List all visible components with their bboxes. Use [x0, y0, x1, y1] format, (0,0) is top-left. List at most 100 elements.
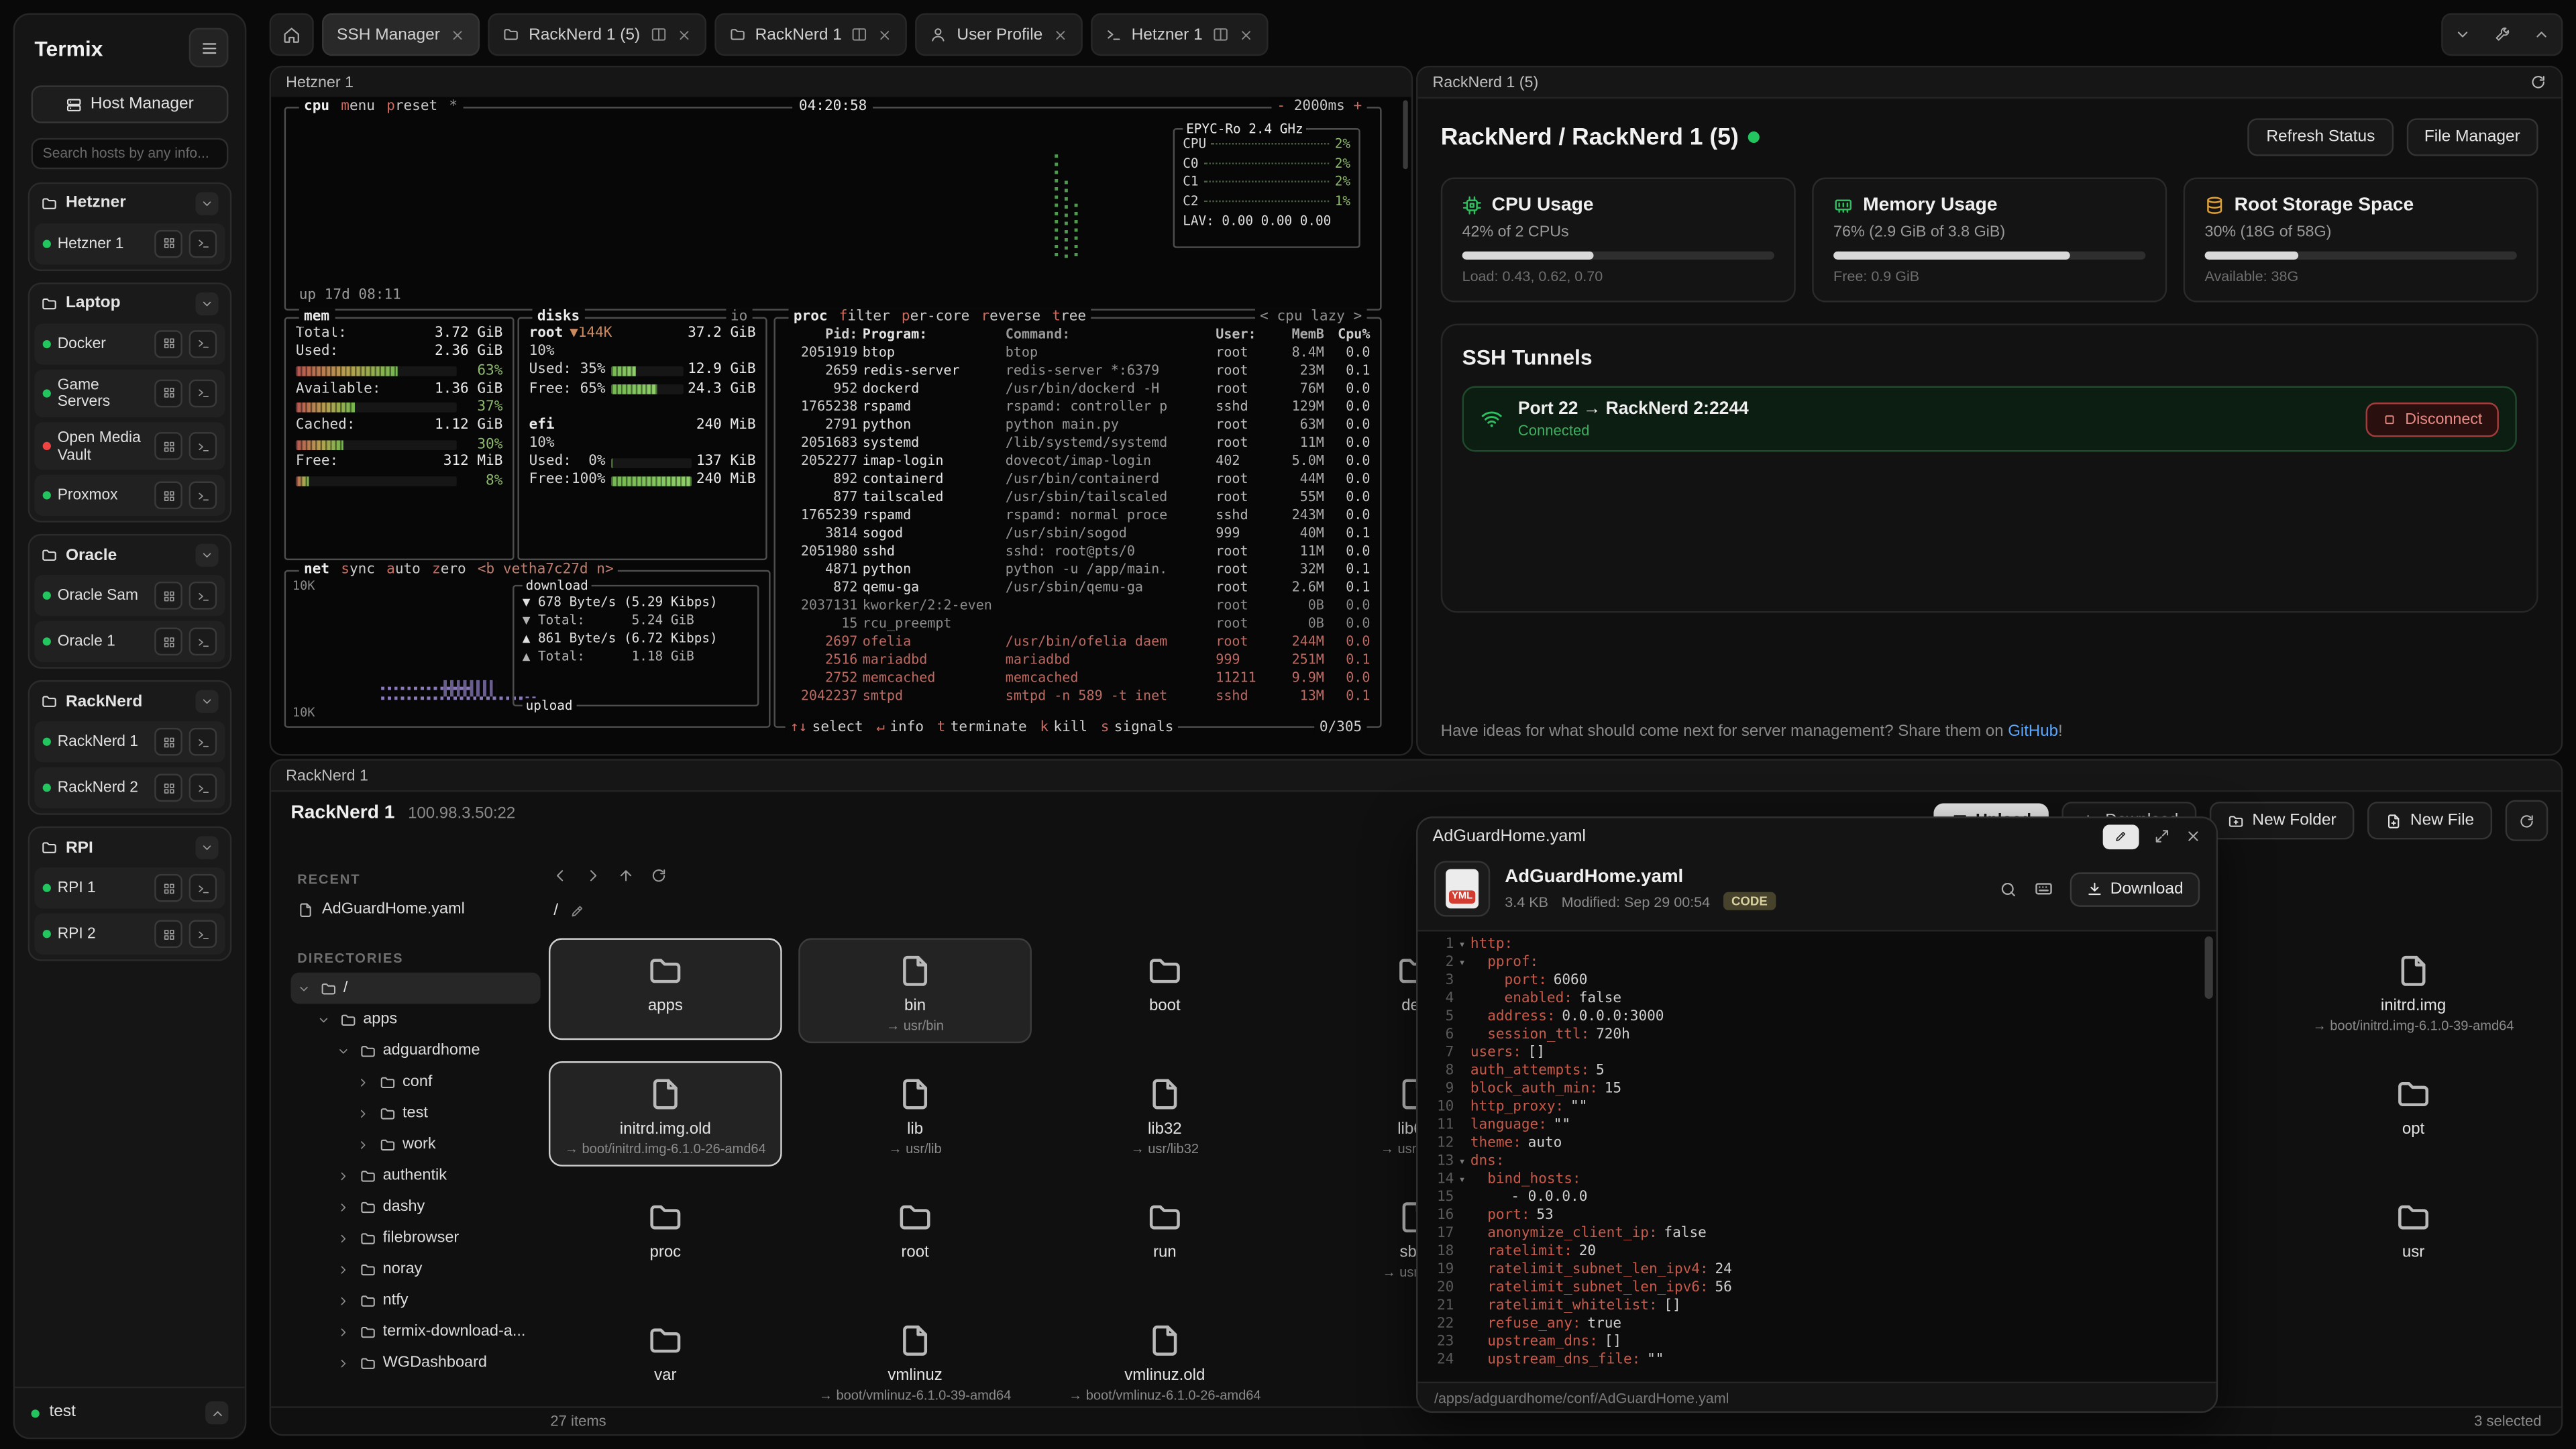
- tree-chevron-icon[interactable]: [356, 1106, 372, 1120]
- tree-chevron-icon[interactable]: [337, 1200, 353, 1214]
- host-row[interactable]: RPI 1: [34, 868, 225, 909]
- host-row[interactable]: Proxmox: [34, 475, 225, 516]
- tab-hetzner-1[interactable]: Hetzner 1: [1090, 13, 1268, 56]
- tree-chevron-icon[interactable]: [297, 981, 313, 995]
- host-file-manager-button[interactable]: [154, 920, 182, 949]
- host-file-manager-button[interactable]: [154, 582, 182, 610]
- host-file-manager-button[interactable]: [154, 229, 182, 258]
- recent-file-item[interactable]: AdGuardHome.yaml: [290, 894, 540, 925]
- host-row[interactable]: Oracle 1: [34, 621, 225, 662]
- file-tile[interactable]: boot: [1048, 938, 1281, 1040]
- host-row[interactable]: Open Media Vault: [34, 422, 225, 470]
- tree-chevron-icon[interactable]: [337, 1356, 353, 1370]
- tunnel-row[interactable]: Port 22 → RackNerd 2:2244 Connected Disc…: [1462, 386, 2517, 452]
- host-row[interactable]: Oracle Sam: [34, 576, 225, 616]
- tree-item[interactable]: ntfy: [290, 1285, 540, 1316]
- edit-toggle-button[interactable]: [2103, 824, 2139, 849]
- file-tile[interactable]: run: [1048, 1185, 1281, 1287]
- tree-item[interactable]: dashy: [290, 1191, 540, 1223]
- host-row[interactable]: Hetzner 1: [34, 223, 225, 264]
- host-terminal-button[interactable]: [189, 482, 217, 510]
- tree-item[interactable]: apps: [290, 1004, 540, 1035]
- tree-item[interactable]: WGDashboard: [290, 1347, 540, 1379]
- tree-chevron-icon[interactable]: [337, 1169, 353, 1182]
- tree-chevron-icon[interactable]: [337, 1294, 353, 1307]
- edit-path-icon[interactable]: [570, 904, 584, 918]
- host-search-input[interactable]: [32, 137, 229, 168]
- host-file-manager-button[interactable]: [154, 379, 182, 407]
- terminal-scrollbar[interactable]: [1403, 100, 1407, 169]
- host-manager-button[interactable]: Host Manager: [32, 85, 229, 123]
- close-icon[interactable]: [676, 27, 691, 42]
- group-collapse-button[interactable]: [195, 544, 218, 567]
- tree-item[interactable]: conf: [290, 1066, 540, 1097]
- code-scrollbar[interactable]: [2205, 936, 2213, 999]
- tree-item[interactable]: authentik: [290, 1160, 540, 1191]
- file-tile[interactable]: apps: [549, 938, 782, 1040]
- split-view-icon[interactable]: [650, 26, 666, 42]
- tree-chevron-icon[interactable]: [337, 1232, 353, 1245]
- search-in-file-icon[interactable]: [1998, 879, 2017, 898]
- nav-refresh-button[interactable]: [645, 863, 672, 889]
- tree-item[interactable]: test: [290, 1097, 540, 1129]
- tab-home[interactable]: [270, 13, 314, 56]
- file-tile[interactable]: initrd.img → boot/initrd.img-6.1.0-39-am…: [2297, 938, 2530, 1043]
- host-terminal-button[interactable]: [189, 774, 217, 802]
- tree-item[interactable]: termix-download-a...: [290, 1316, 540, 1348]
- split-view-icon[interactable]: [852, 26, 868, 42]
- group-collapse-button[interactable]: [195, 690, 218, 713]
- tree-chevron-icon[interactable]: [356, 1075, 372, 1089]
- refresh-status-button[interactable]: Refresh Status: [2248, 118, 2393, 156]
- group-collapse-button[interactable]: [195, 837, 218, 859]
- tree-item[interactable]: /: [290, 973, 540, 1004]
- refresh-icon[interactable]: [2530, 74, 2546, 90]
- host-terminal-button[interactable]: [189, 874, 217, 902]
- host-terminal-button[interactable]: [189, 329, 217, 358]
- close-icon[interactable]: [878, 27, 893, 42]
- tree-chevron-icon[interactable]: [337, 1263, 353, 1276]
- close-button[interactable]: [2185, 828, 2201, 844]
- expand-button[interactable]: [2154, 828, 2170, 844]
- host-row[interactable]: Game Servers: [34, 369, 225, 417]
- new-file-button[interactable]: New File: [2367, 802, 2492, 839]
- host-file-manager-button[interactable]: [154, 482, 182, 510]
- file-tile[interactable]: opt: [2297, 1061, 2530, 1163]
- file-tile[interactable]: lib32 → usr/lib32: [1048, 1061, 1281, 1167]
- host-terminal-button[interactable]: [189, 920, 217, 949]
- file-tile[interactable]: vmlinuz → boot/vmlinuz-6.1.0-39-amd64: [798, 1307, 1032, 1404]
- file-tile[interactable]: initrd.img.old → boot/initrd.img-6.1.0-2…: [549, 1061, 782, 1167]
- keyboard-icon[interactable]: [2033, 879, 2053, 898]
- host-terminal-button[interactable]: [189, 729, 217, 757]
- preview-header[interactable]: AdGuardHome.yaml: [1417, 818, 2216, 855]
- host-row[interactable]: Docker: [34, 323, 225, 364]
- host-file-manager-button[interactable]: [154, 774, 182, 802]
- tree-chevron-icon[interactable]: [337, 1044, 353, 1057]
- host-row[interactable]: RPI 2: [34, 914, 225, 955]
- nav-up-button[interactable]: [612, 863, 639, 889]
- host-file-manager-button[interactable]: [154, 874, 182, 902]
- file-manager-button[interactable]: File Manager: [2406, 118, 2538, 156]
- host-terminal-button[interactable]: [189, 628, 217, 656]
- close-icon[interactable]: [450, 27, 465, 42]
- new-folder-button[interactable]: New Folder: [2210, 802, 2355, 839]
- split-view-icon[interactable]: [1212, 26, 1228, 42]
- tab-racknerd-1-5[interactable]: RackNerd 1 (5): [488, 13, 706, 56]
- host-row[interactable]: RackNerd 1: [34, 722, 225, 763]
- file-tile[interactable]: var: [549, 1307, 782, 1404]
- tree-item[interactable]: adguardhome: [290, 1035, 540, 1067]
- group-header[interactable]: Oracle: [34, 541, 225, 570]
- footer-collapse-button[interactable]: [205, 1401, 228, 1424]
- host-terminal-button[interactable]: [189, 582, 217, 610]
- close-icon[interactable]: [1239, 27, 1254, 42]
- tab-user-profile[interactable]: User Profile: [916, 13, 1082, 56]
- group-header[interactable]: Hetzner: [34, 188, 225, 217]
- file-tile[interactable]: root: [798, 1185, 1032, 1287]
- code-viewer[interactable]: 1 ▾ http: 2 ▾ pprof:: [1417, 930, 2216, 1383]
- file-tile[interactable]: lib → usr/lib: [798, 1061, 1032, 1167]
- group-header[interactable]: Laptop: [34, 288, 225, 318]
- file-tile[interactable]: bin → usr/bin: [798, 938, 1032, 1043]
- disconnect-button[interactable]: Disconnect: [2366, 402, 2499, 436]
- sidebar-menu-button[interactable]: [189, 28, 229, 68]
- host-file-manager-button[interactable]: [154, 628, 182, 656]
- fm-refresh-button[interactable]: [2506, 800, 2548, 841]
